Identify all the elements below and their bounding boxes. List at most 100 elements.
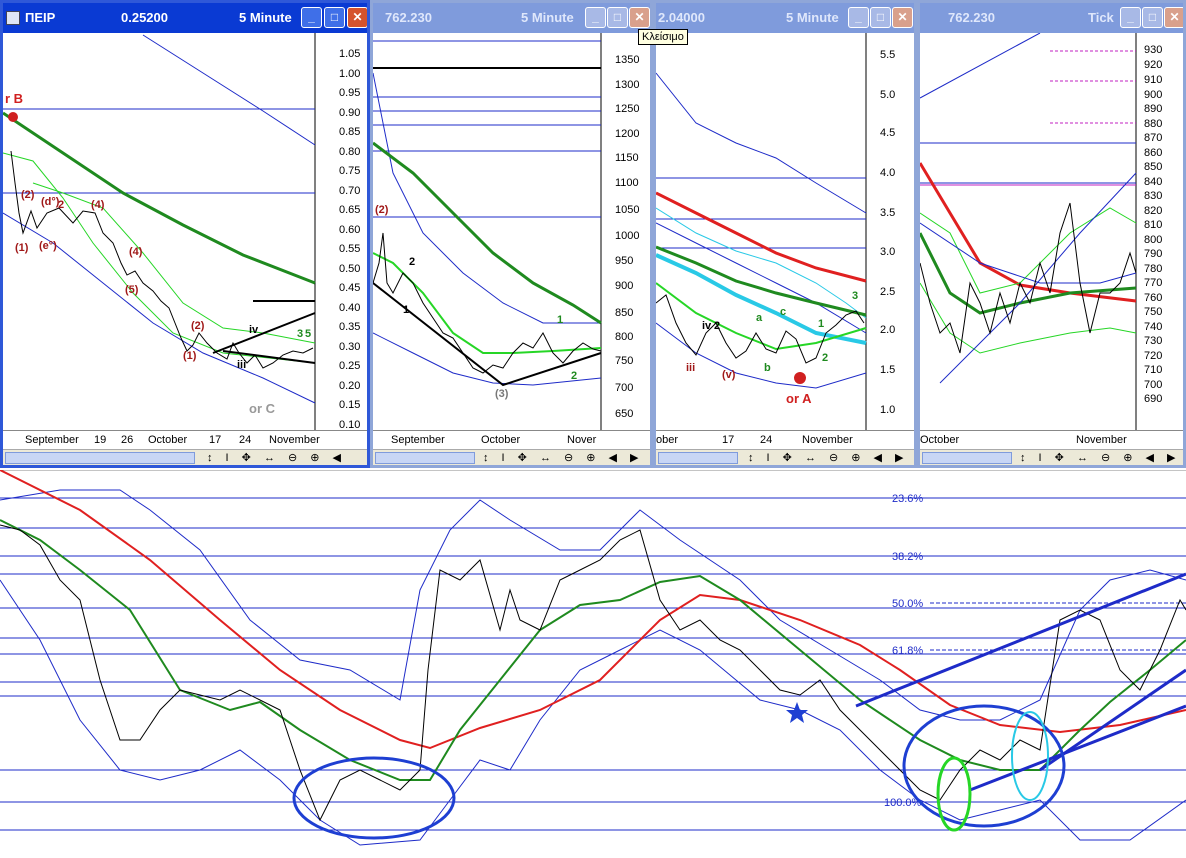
close-button[interactable]: ✕ bbox=[629, 7, 650, 28]
chart-toolbar[interactable]: ↕ I ✥ ↔ ⊖ ⊕ ◀ ▶ ▭ bbox=[920, 449, 1183, 465]
maximize-button[interactable]: □ bbox=[870, 7, 891, 28]
svg-text:770: 770 bbox=[1144, 277, 1162, 289]
price-axis: 1.05 1.00 0.95 0.90 0.85 0.80 0.75 0.70 … bbox=[339, 48, 360, 431]
svg-text:3.5: 3.5 bbox=[880, 207, 895, 219]
minimize-button[interactable]: _ bbox=[301, 7, 322, 28]
svg-text:0.60: 0.60 bbox=[339, 224, 360, 236]
svg-text:iv: iv bbox=[702, 320, 712, 332]
svg-text:720: 720 bbox=[1144, 350, 1162, 362]
price-line bbox=[10, 150, 314, 369]
svg-text:1250: 1250 bbox=[615, 103, 639, 115]
chart-window-2[interactable]: 762.230 5 Minute _ □ ✕ (2) 2 1 (3) 1 2 1… bbox=[370, 0, 653, 468]
svg-text:2: 2 bbox=[571, 370, 577, 382]
window-titlebar[interactable]: 762.230 5 Minute _ □ ✕ bbox=[373, 3, 650, 33]
svg-text:(d°): (d°) bbox=[41, 196, 60, 208]
minimize-button[interactable]: _ bbox=[585, 7, 606, 28]
horizontal-scrollbar[interactable] bbox=[375, 452, 475, 464]
close-button[interactable]: ✕ bbox=[347, 7, 367, 28]
lower-envelope bbox=[0, 579, 1186, 846]
svg-text:0.25: 0.25 bbox=[339, 360, 360, 372]
svg-text:2: 2 bbox=[58, 199, 64, 211]
toolbar-tools[interactable]: ↕ I ✥ ↔ ⊖ ⊕ ◀ ▶ ▭ bbox=[1020, 451, 1183, 465]
svg-text:5.0: 5.0 bbox=[880, 89, 895, 101]
svg-text:1200: 1200 bbox=[615, 128, 639, 140]
svg-text:760: 760 bbox=[1144, 292, 1162, 304]
window-titlebar[interactable]: 762.230 Tick _ □ ✕ bbox=[920, 3, 1183, 33]
maximize-button[interactable]: □ bbox=[607, 7, 628, 28]
chart-window-3[interactable]: 2.04000 5 Minute _ □ ✕ iii iv 2 (v) a b … bbox=[653, 0, 917, 468]
main-chart[interactable]: 23.6% 38.2% 50.0% 61.8% 100.0% bbox=[0, 470, 1186, 858]
chart-toolbar[interactable]: ↕ I ✥ ↔ ⊖ ⊕ ◀ ▶ ▭ bbox=[3, 449, 367, 465]
price-chart[interactable]: (2) 2 1 (3) 1 2 1350 1300 1250 1200 1150… bbox=[373, 33, 650, 431]
window-titlebar[interactable]: ΠΕΙΡ 0.25200 5 Minute _ □ ✕ bbox=[3, 3, 367, 33]
price-label: 2.04000 bbox=[658, 10, 705, 25]
chart-window-1[interactable]: ΠΕΙΡ 0.25200 5 Minute _ □ ✕ r B (2) (d°)… bbox=[0, 0, 370, 468]
svg-text:0.95: 0.95 bbox=[339, 87, 360, 99]
svg-text:(e°): (e°) bbox=[39, 240, 57, 252]
svg-text:2.0: 2.0 bbox=[880, 324, 895, 336]
svg-text:or A: or A bbox=[786, 391, 812, 406]
svg-text:1000: 1000 bbox=[615, 230, 639, 242]
svg-text:1150: 1150 bbox=[615, 152, 639, 164]
svg-text:1300: 1300 bbox=[615, 79, 639, 91]
horizontal-scrollbar[interactable] bbox=[5, 452, 195, 464]
svg-text:930: 930 bbox=[1144, 44, 1162, 56]
svg-text:810: 810 bbox=[1144, 219, 1162, 231]
toolbar-tools[interactable]: ↕ I ✥ ↔ ⊖ ⊕ ◀ ▶ ▭ bbox=[748, 451, 914, 465]
svg-text:(2): (2) bbox=[21, 189, 35, 201]
svg-text:1: 1 bbox=[818, 318, 824, 330]
close-button[interactable]: ✕ bbox=[1164, 7, 1183, 28]
svg-text:0.75: 0.75 bbox=[339, 165, 360, 177]
horizontal-scrollbar[interactable] bbox=[922, 452, 1012, 464]
svg-text:700: 700 bbox=[1144, 379, 1162, 391]
close-button[interactable]: ✕ bbox=[892, 7, 913, 28]
svg-text:740: 740 bbox=[1144, 321, 1162, 333]
svg-text:iii: iii bbox=[237, 359, 246, 371]
period-label: Tick bbox=[1088, 10, 1114, 25]
symbol-label: ΠΕΙΡ bbox=[25, 10, 56, 25]
toolbar-tools[interactable]: ↕ I ✥ ↔ ⊖ ⊕ ◀ ▶ ▭ bbox=[207, 451, 367, 465]
minimize-button[interactable]: _ bbox=[848, 7, 869, 28]
svg-text:1: 1 bbox=[403, 304, 409, 316]
chart-toolbar[interactable]: ↕ I ✥ ↔ ⊖ ⊕ ◀ ▶ ▭ bbox=[656, 449, 914, 465]
toolbar-tools[interactable]: ↕ I ✥ ↔ ⊖ ⊕ ◀ ▶ ▭ bbox=[483, 451, 650, 465]
price-chart[interactable]: r B (2) (d°) 2 (4) (e°) (1) (4) (5) (2) … bbox=[3, 33, 367, 431]
fib-50: 50.0% bbox=[892, 598, 923, 610]
svg-text:840: 840 bbox=[1144, 176, 1162, 188]
svg-text:890: 890 bbox=[1144, 103, 1162, 115]
svg-text:3.0: 3.0 bbox=[880, 246, 895, 258]
svg-text:900: 900 bbox=[615, 280, 633, 292]
chart-window-4[interactable]: 762.230 Tick _ □ ✕ 930 920 910 900 890 8… bbox=[917, 0, 1186, 468]
period-label: 5 Minute bbox=[521, 10, 574, 25]
maximize-button[interactable]: □ bbox=[324, 7, 345, 28]
svg-text:750: 750 bbox=[1144, 306, 1162, 318]
price-chart[interactable]: iii iv 2 (v) a b c 1 2 3 or A 5.5 5.0 4.… bbox=[656, 33, 914, 431]
app-icon[interactable] bbox=[6, 11, 20, 25]
svg-text:750: 750 bbox=[615, 355, 633, 367]
svg-text:0.50: 0.50 bbox=[339, 263, 360, 275]
date-axis: October November bbox=[920, 430, 1183, 451]
svg-text:800: 800 bbox=[615, 331, 633, 343]
svg-text:0.65: 0.65 bbox=[339, 204, 360, 216]
window-titlebar[interactable]: 2.04000 5 Minute _ □ ✕ bbox=[656, 3, 914, 33]
period-label: 5 Minute bbox=[239, 10, 292, 25]
svg-text:(2): (2) bbox=[191, 320, 205, 332]
fib-23: 23.6% bbox=[892, 493, 923, 505]
price-chart[interactable]: 930 920 910 900 890 880 870 860 850 840 … bbox=[920, 33, 1183, 431]
svg-text:0.20: 0.20 bbox=[339, 380, 360, 392]
svg-text:0.15: 0.15 bbox=[339, 399, 360, 411]
svg-text:0.45: 0.45 bbox=[339, 282, 360, 294]
minimize-button[interactable]: _ bbox=[1120, 7, 1141, 28]
highlight-ellipse-green bbox=[936, 756, 972, 832]
svg-text:1.5: 1.5 bbox=[880, 364, 895, 376]
price-label: 762.230 bbox=[385, 10, 432, 25]
svg-text:910: 910 bbox=[1144, 74, 1162, 86]
svg-text:880: 880 bbox=[1144, 118, 1162, 130]
svg-text:730: 730 bbox=[1144, 335, 1162, 347]
svg-text:690: 690 bbox=[1144, 393, 1162, 405]
svg-text:0.30: 0.30 bbox=[339, 341, 360, 353]
horizontal-scrollbar[interactable] bbox=[658, 452, 738, 464]
svg-text:850: 850 bbox=[1144, 161, 1162, 173]
chart-toolbar[interactable]: ↕ I ✥ ↔ ⊖ ⊕ ◀ ▶ ▭ bbox=[373, 449, 650, 465]
maximize-button[interactable]: □ bbox=[1142, 7, 1163, 28]
